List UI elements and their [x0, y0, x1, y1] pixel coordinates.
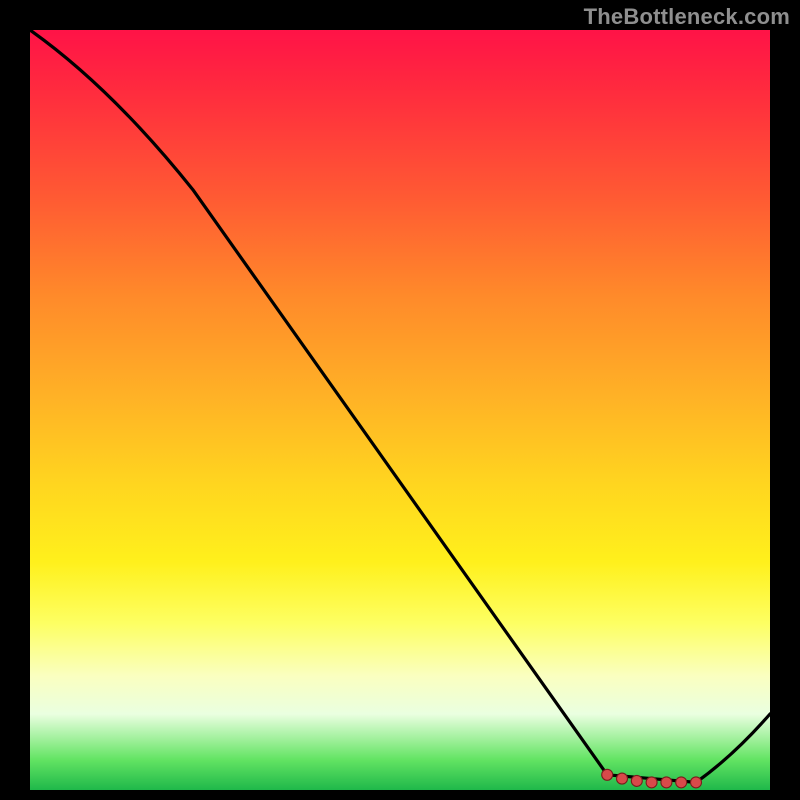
optimum-marker	[602, 769, 613, 780]
optimum-marker	[646, 777, 657, 788]
series-line	[30, 30, 770, 782]
optimum-marker	[691, 777, 702, 788]
chart-frame: TheBottleneck.com	[0, 0, 800, 800]
optimum-marker	[661, 777, 672, 788]
plot-area	[30, 30, 770, 790]
optimum-markers	[602, 769, 702, 788]
chart-svg	[30, 30, 770, 790]
watermark-text: TheBottleneck.com	[584, 4, 790, 30]
optimum-marker	[617, 773, 628, 784]
optimum-marker	[676, 777, 687, 788]
optimum-marker	[631, 775, 642, 786]
